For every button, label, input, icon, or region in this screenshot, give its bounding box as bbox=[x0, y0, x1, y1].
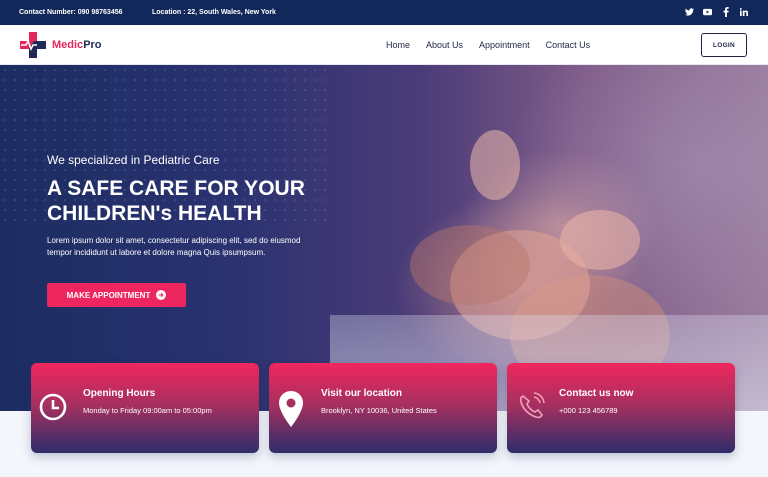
cta-label: MAKE APPOINTMENT bbox=[66, 290, 151, 300]
contact-card: Contact us now +000 123 456789 bbox=[507, 363, 735, 453]
clock-icon bbox=[39, 389, 71, 425]
hero-title: A SAFE CARE FOR YOUR CHILDREN's HEALTH bbox=[47, 177, 305, 225]
opening-hours-card: Opening Hours Monday to Friday 09:00am t… bbox=[31, 363, 259, 453]
nav-link-appointment[interactable]: Appointment bbox=[479, 40, 530, 50]
facebook-icon[interactable] bbox=[721, 6, 730, 17]
card-detail: Brooklyn, NY 10036, United States bbox=[321, 406, 437, 415]
location-card: Visit our location Brooklyn, NY 10036, U… bbox=[269, 363, 497, 453]
card-title: Contact us now bbox=[559, 388, 634, 399]
nav-menu: Home About Us Appointment Contact Us bbox=[386, 40, 590, 50]
card-detail: +000 123 456789 bbox=[559, 406, 618, 415]
brand-logo[interactable]: MedicPro bbox=[18, 31, 102, 59]
arrow-right-icon bbox=[156, 290, 167, 300]
card-title: Visit our location bbox=[321, 388, 402, 399]
linkedin-icon[interactable] bbox=[739, 7, 748, 16]
top-bar: Contact Number: 090 98763456 Location : … bbox=[0, 0, 768, 25]
hero-description: Lorem ipsum dolor sit amet, consectetur … bbox=[47, 236, 301, 257]
nav-link-contact-us[interactable]: Contact Us bbox=[546, 40, 591, 50]
make-appointment-button[interactable]: MAKE APPOINTMENT bbox=[47, 283, 186, 307]
nav-link-home[interactable]: Home bbox=[386, 40, 410, 50]
contact-number: Contact Number: 090 98763456 bbox=[19, 9, 123, 16]
youtube-icon[interactable] bbox=[703, 7, 712, 16]
medical-cross-icon bbox=[20, 32, 46, 58]
card-title: Opening Hours bbox=[83, 388, 156, 399]
location-text: Location : 22, South Wales, New York bbox=[152, 9, 276, 16]
social-links bbox=[685, 6, 748, 17]
twitter-icon[interactable] bbox=[685, 7, 694, 16]
main-navigation: MedicPro Home About Us Appointment Conta… bbox=[0, 25, 768, 65]
brand-name: MedicPro bbox=[52, 39, 102, 51]
nav-link-about-us[interactable]: About Us bbox=[426, 40, 463, 50]
hero-banner: We specialized in Pediatric Care A SAFE … bbox=[0, 65, 768, 411]
login-button[interactable]: LOGIN bbox=[701, 33, 747, 57]
card-detail: Monday to Friday 09:00am to 05:00pm bbox=[83, 406, 212, 415]
phone-icon bbox=[515, 389, 547, 425]
location-pin-icon bbox=[277, 389, 309, 427]
hero-subtitle: We specialized in Pediatric Care bbox=[47, 153, 220, 167]
